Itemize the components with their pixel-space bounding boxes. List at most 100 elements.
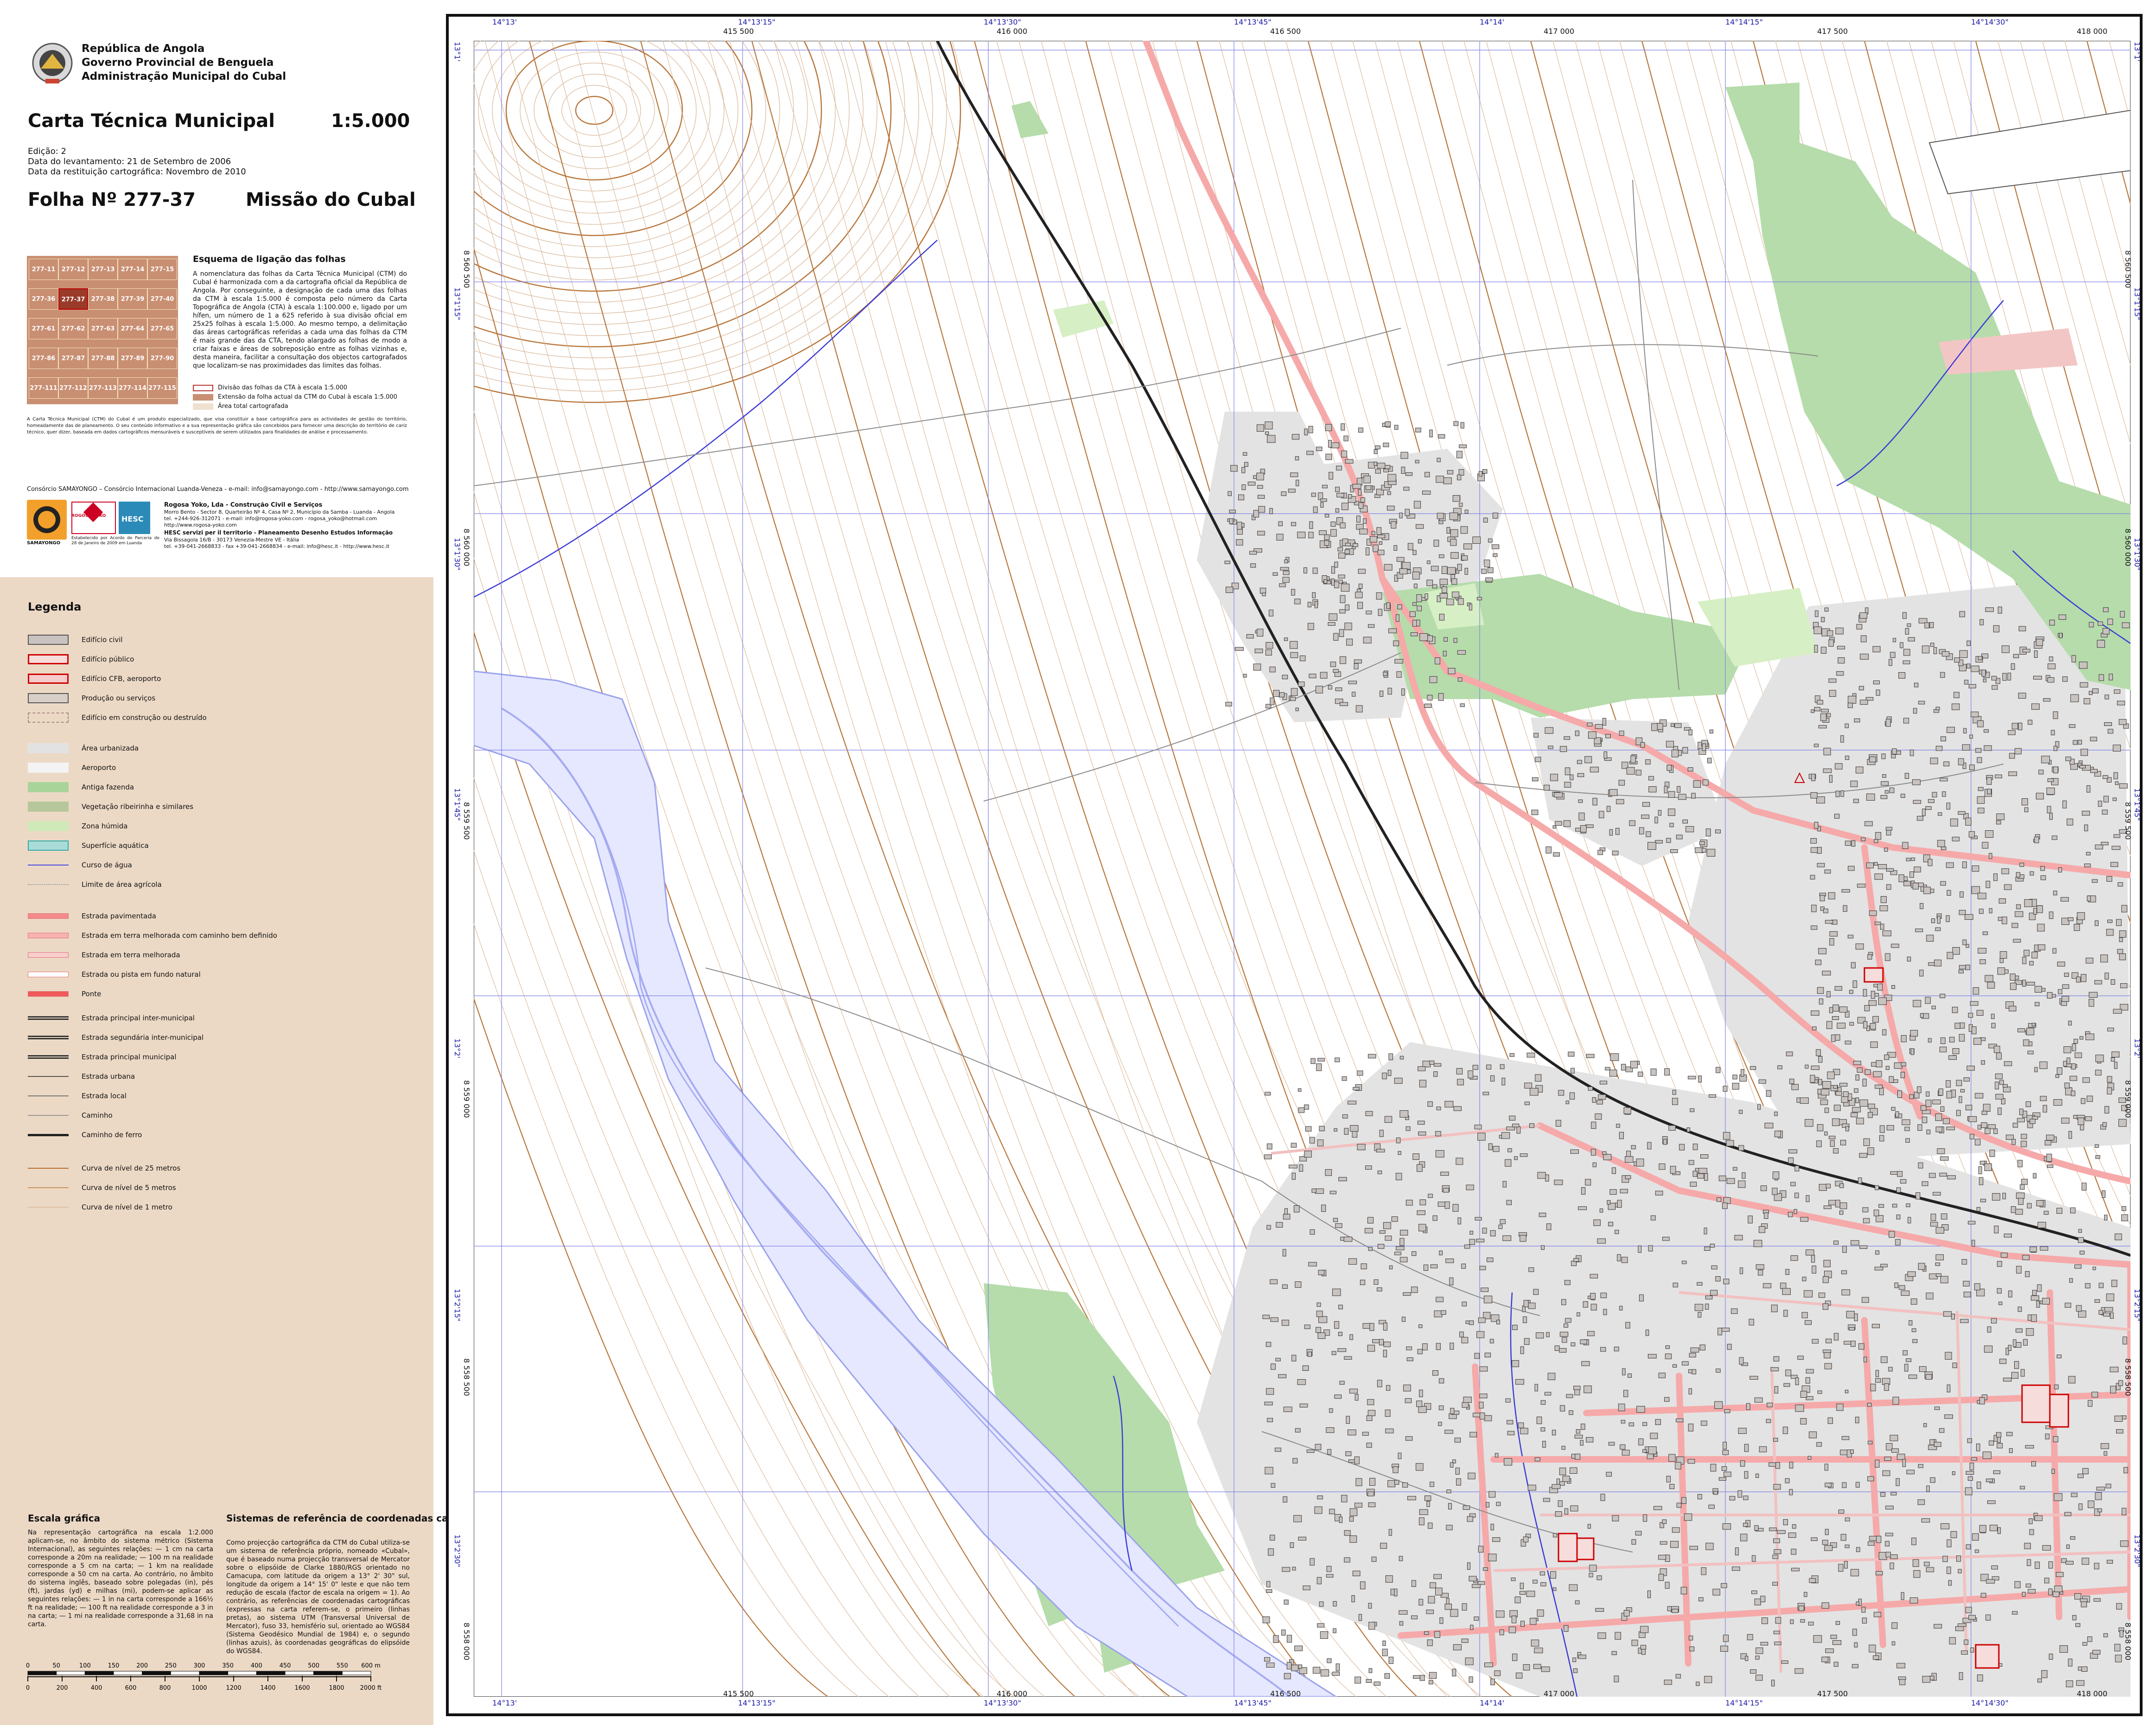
building	[1481, 1287, 1489, 1292]
building	[1348, 1459, 1355, 1463]
building	[1490, 1523, 1494, 1530]
building	[1972, 1240, 1975, 1247]
building	[1324, 534, 1330, 540]
building	[1526, 1591, 1535, 1597]
building	[1281, 491, 1286, 496]
building	[1463, 1505, 1470, 1510]
building	[1298, 1537, 1306, 1540]
building	[1962, 861, 1967, 868]
building	[1791, 1548, 1796, 1555]
building	[1820, 713, 1827, 721]
legend-label: Curva de nível de 1 metro	[82, 1203, 172, 1211]
building	[1314, 1506, 1323, 1514]
building	[1989, 853, 1992, 859]
building	[1662, 1519, 1667, 1524]
scale-tick-label: 450	[280, 1662, 291, 1669]
building	[1399, 1056, 1404, 1060]
building	[2095, 1069, 2102, 1076]
building	[2035, 1515, 2043, 1521]
building	[1265, 1092, 1271, 1095]
building	[1227, 491, 1232, 496]
building	[1317, 1332, 1326, 1339]
building	[1334, 561, 1338, 568]
restitution-date: Data da restituição cartográfica: Novemb…	[28, 167, 246, 177]
building	[1495, 1610, 1505, 1618]
building	[1520, 1428, 1528, 1434]
building	[1911, 1299, 1917, 1305]
building	[1602, 1151, 1607, 1155]
building	[1935, 1114, 1942, 1121]
coordinate-label: 14°14'30"	[1971, 1699, 2009, 1707]
building	[1835, 1200, 1840, 1208]
building	[1401, 466, 1406, 474]
building	[1875, 1459, 1880, 1468]
building	[1464, 568, 1468, 575]
building	[2085, 1283, 2091, 1288]
building	[1987, 981, 1995, 989]
building	[1688, 729, 1692, 735]
building	[1326, 1427, 1335, 1433]
building	[1432, 1215, 1437, 1221]
building	[1901, 1290, 1910, 1296]
building	[1850, 1449, 1854, 1454]
building	[1427, 560, 1431, 564]
building	[1942, 651, 1950, 657]
building	[1265, 431, 1269, 435]
building	[1344, 623, 1352, 630]
building	[2052, 948, 2057, 954]
building	[1603, 751, 1608, 759]
building	[2100, 955, 2108, 962]
building	[1501, 1132, 1510, 1139]
building	[2081, 1558, 2089, 1565]
building	[1338, 1332, 1342, 1336]
building	[1891, 1448, 1899, 1453]
building	[2014, 1361, 2019, 1369]
building	[1754, 1525, 1759, 1531]
building	[1889, 1435, 1898, 1441]
building	[1838, 1509, 1844, 1514]
building	[1602, 718, 1606, 726]
building	[1450, 1462, 1454, 1468]
building	[1515, 1379, 1524, 1385]
building	[1922, 808, 1926, 816]
building	[2122, 622, 2130, 628]
building	[1569, 1584, 1578, 1591]
building	[1294, 598, 1301, 605]
building	[1885, 1541, 1890, 1547]
building	[1968, 1615, 1976, 1620]
building	[1446, 527, 1450, 534]
legend-swatch	[28, 802, 69, 812]
building	[1453, 421, 1459, 426]
building	[1299, 1164, 1304, 1172]
building	[2039, 1061, 2048, 1069]
building	[1874, 873, 1883, 880]
building	[2096, 1487, 2105, 1491]
building	[1882, 774, 1886, 778]
building	[1694, 1304, 1704, 1311]
map-canvas[interactable]	[474, 41, 2131, 1697]
building	[1270, 1317, 1278, 1322]
building	[1324, 540, 1329, 546]
building	[2114, 1062, 2118, 1069]
building	[1969, 764, 1975, 770]
building	[1478, 1546, 1484, 1553]
building	[1879, 1135, 1884, 1141]
building	[1443, 651, 1447, 656]
index-key-swatch-2	[193, 394, 213, 401]
building	[1764, 1212, 1768, 1219]
building	[2026, 1584, 2031, 1588]
building	[1499, 1630, 1504, 1636]
building	[1417, 605, 1422, 611]
building	[1862, 1297, 1869, 1303]
building	[2019, 863, 2024, 867]
building	[1932, 792, 1937, 797]
building	[1342, 1076, 1347, 1081]
building	[1339, 1381, 1345, 1385]
building	[1995, 774, 2002, 778]
sheet-index-cell: 277-62	[58, 318, 88, 339]
sheet-index-cell: 277-40	[147, 288, 177, 310]
building	[1400, 1229, 1408, 1236]
building	[1907, 623, 1911, 627]
building	[1668, 1125, 1676, 1131]
building	[1621, 1419, 1625, 1424]
